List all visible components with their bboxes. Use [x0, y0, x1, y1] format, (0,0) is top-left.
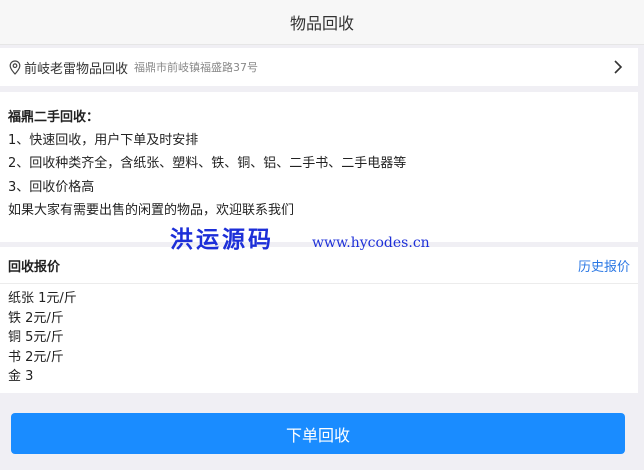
page-title: 物品回收	[289, 14, 354, 33]
price-item: 铜 5元/斤	[8, 330, 64, 345]
info-section: 福鼎二手回收： 1、快速回收，用户下单及时安排 2、回收种类齐全，含纸张、塑料、…	[0, 92, 638, 242]
price-header: 回收报价 历史报价	[0, 247, 638, 284]
price-item: 纸张 1元/斤	[8, 291, 77, 306]
shop-name: 前岐老雷物品回收	[24, 61, 129, 77]
location-pin-icon	[8, 59, 22, 75]
nav-bar: 物品回收	[0, 0, 644, 45]
price-section: 回收报价 历史报价 纸张 1元/斤 铁 2元/斤 铜 5元/斤 书 2元/斤 金…	[0, 247, 638, 393]
history-price-link[interactable]: 历史报价	[578, 256, 630, 275]
price-title: 回收报价	[8, 259, 61, 275]
submit-order-button[interactable]: 下单回收	[11, 413, 625, 454]
shop-address: 福鼎市前岐镇福盛路37号	[134, 61, 259, 74]
info-line: 如果大家有需要出售的闲置的物品，欢迎联系我们	[8, 203, 295, 218]
price-item: 金 3	[8, 369, 34, 384]
info-line: 2、回收种类齐全，含纸张、塑料、铁、铜、铝、二手书、二手电器等	[8, 156, 407, 171]
info-line: 1、快速回收，用户下单及时安排	[8, 132, 199, 148]
price-item: 铁 2元/斤	[8, 310, 64, 326]
info-line: 3、回收价格高	[8, 179, 95, 195]
address-bar[interactable]: 前岐老雷物品回收 福鼎市前岐镇福盛路37号	[0, 48, 638, 86]
price-item: 书 2元/斤	[8, 349, 64, 365]
price-list: 纸张 1元/斤 铁 2元/斤 铜 5元/斤 书 2元/斤 金 3	[0, 284, 638, 387]
chevron-right-icon[interactable]	[610, 58, 626, 76]
info-title: 福鼎二手回收：	[8, 110, 100, 125]
